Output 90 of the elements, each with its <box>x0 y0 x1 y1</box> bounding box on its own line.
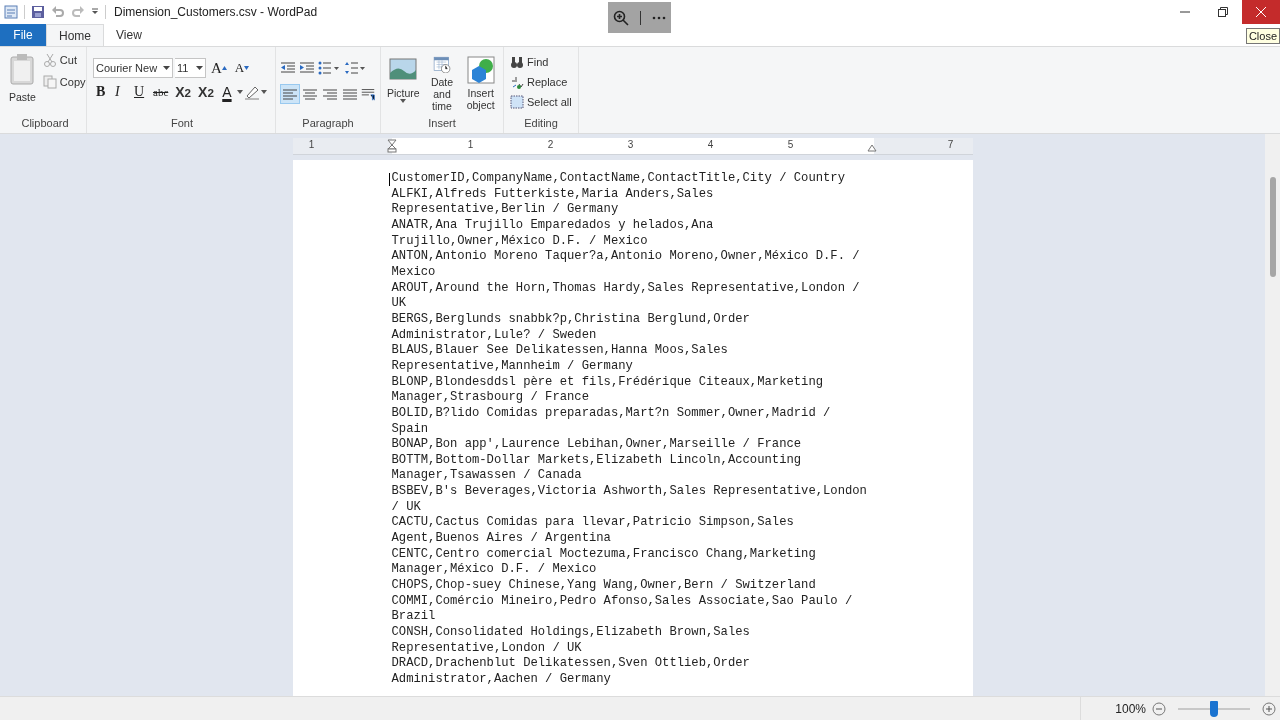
text-line: CHOPS,Chop-suey Chinese,Yang Wang,Owner,Bern / Switzerland <box>391 578 817 594</box>
font-family-dropdown[interactable]: Courier New <box>93 58 173 78</box>
ruler-number: 4 <box>707 139 714 150</box>
ruler-number: 5 <box>787 139 794 150</box>
ruler-number: 1 <box>308 139 315 150</box>
text-line: CONSH,Consolidated Holdings,Elizabeth Brown,Sales Representative,London / UK <box>391 625 751 657</box>
text-line: ANTON,Antonio Moreno Taquer?a,Antonio Moreno,Owner,México D.F. / Mexico <box>391 249 861 281</box>
grow-font-button[interactable]: A <box>208 57 230 79</box>
right-indent-marker-icon[interactable] <box>866 145 877 153</box>
insert-object-button[interactable]: Insert object <box>462 54 499 114</box>
zoom-in-icon[interactable] <box>613 9 630 26</box>
picture-button[interactable]: Picture <box>385 54 422 114</box>
text-line: BOLID,B?lido Comidas preparadas,Mart?n Sommer,Owner,Madrid / Spain <box>391 405 832 438</box>
cube-icon <box>466 56 495 84</box>
caret-icon[interactable] <box>260 90 267 94</box>
zoom-in-icon[interactable] <box>1262 701 1276 716</box>
zoom-out-icon[interactable] <box>1152 701 1166 716</box>
group-label: Editing <box>523 116 559 131</box>
bullet-list-icon[interactable] <box>318 61 340 75</box>
scissors-icon <box>42 53 57 67</box>
ruler-number: 2 <box>547 139 554 150</box>
save-icon[interactable] <box>31 5 45 19</box>
find-button[interactable]: Find <box>508 53 574 71</box>
group-label: Clipboard <box>20 116 70 131</box>
binoculars-icon <box>510 55 524 69</box>
text-line: BERGS,Berglunds snabbk?p,Christina Berglund,Order Administrator,Lule? / Sweden <box>391 311 751 344</box>
increase-indent-icon[interactable] <box>299 61 315 75</box>
scrollbar[interactable] <box>1265 134 1280 696</box>
caret-icon[interactable] <box>91 8 99 16</box>
ruler-number: 1 <box>467 139 474 150</box>
text-line: BLONP,Blondesddsl père et fils,Frédérique Citeaux,Marketing Manager,Strasbourg / France <box>391 374 824 406</box>
align-center-icon <box>301 86 319 102</box>
text-line: CustomerID,CompanyName,ContactName,ContactTitle,City / Country <box>391 171 846 187</box>
close-icon <box>1256 7 1266 17</box>
italic-button[interactable]: I <box>112 81 130 103</box>
strikethrough-button[interactable]: abc <box>150 81 172 103</box>
decrease-indent-icon[interactable] <box>280 61 296 75</box>
replace-button[interactable]: Replace <box>508 73 574 91</box>
caret-up-icon <box>221 66 227 70</box>
window-title: Dimension_Customers.csv - WordPad <box>114 5 318 19</box>
text-line: COMMI,Comércio Mineiro,Pedro Afonso,Sales Associate,Sao Paulo / Brazil <box>391 593 854 626</box>
caret-icon <box>400 99 407 103</box>
zoom-level: 100% <box>1115 701 1146 716</box>
align-justify-icon <box>341 86 359 102</box>
restore-icon <box>1218 7 1228 17</box>
text-line: BSBEV,B's Beverages,Victoria Ashworth,Sales Representative,London / UK <box>391 484 868 516</box>
align-left-icon <box>281 86 299 102</box>
ribbon-tab[interactable]: View <box>104 24 154 46</box>
paragraph-icon[interactable] <box>360 86 376 102</box>
caret-icon[interactable] <box>236 90 243 94</box>
clipboard-icon <box>9 53 36 85</box>
tooltip: Close <box>1245 28 1280 44</box>
text-line: ALFKI,Alfreds Futterkiste,Maria Anders,Sales Representative,Berlin / Germany <box>391 186 715 218</box>
underline-button[interactable]: U <box>131 81 149 103</box>
group-label: Insert <box>427 116 457 131</box>
ruler-number: 7 <box>947 139 954 150</box>
indent-marker-icon[interactable] <box>386 139 397 153</box>
replace-icon <box>510 75 524 89</box>
text-line: ANATR,Ana Trujillo Emparedados y helados,Ana Trujillo,Owner,México D.F. / Mexico <box>391 217 715 250</box>
font-size-dropdown[interactable]: 11 <box>175 58 206 78</box>
text-cursor <box>388 173 390 186</box>
shrink-font-button[interactable]: A <box>231 57 253 79</box>
caret-icon <box>196 66 203 70</box>
group-label: Font <box>170 116 194 131</box>
group-label: Paragraph <box>301 116 355 131</box>
ribbon-tab[interactable]: Home <box>46 24 104 46</box>
file-menu-tab[interactable]: File <box>0 24 46 46</box>
line-spacing-icon[interactable] <box>343 61 365 75</box>
caret-down-icon <box>244 66 250 70</box>
text-line: AROUT,Around the Horn,Thomas Hardy,Sales Representative,London / UK <box>391 280 861 312</box>
ruler-number: 3 <box>627 139 634 150</box>
app-icon <box>4 5 18 19</box>
date-and-time-button[interactable]: Date and time <box>423 54 461 114</box>
text-line: CACTU,Cactus Comidas para llevar,Patricio Simpson,Sales Agent,Buenos Aires / Argentina <box>391 515 795 547</box>
caret-icon <box>163 66 170 70</box>
zoom-slider-thumb[interactable] <box>1210 700 1218 717</box>
align-right-icon <box>321 86 339 102</box>
copy-icon <box>42 75 57 89</box>
text-color-button[interactable]: A <box>217 81 236 103</box>
text-line: BLAUS,Blauer See Delikatessen,Hanna Moos,Sales Representative,Mannheim / Germany <box>391 343 729 375</box>
highlighter-icon[interactable] <box>243 84 260 100</box>
select-all-button[interactable]: Select all <box>508 93 574 111</box>
more-icon[interactable] <box>651 15 666 20</box>
text-line: BONAP,Bon app',Laurence Lebihan,Owner,Marseille / France <box>391 437 803 453</box>
close-button[interactable] <box>1242 0 1280 24</box>
text-line: BOTTM,Bottom-Dollar Markets,Elizabeth Lincoln,Accounting Manager,Tsawassen / Canada <box>391 452 803 485</box>
bold-button[interactable]: B <box>93 81 111 103</box>
text-line: DRACD,Drachenblut Delikatessen,Sven Ottlieb,Order Administrator,Aachen / Germany <box>391 656 751 688</box>
text-line: CENTC,Centro comercial Moctezuma,Francisco Chang,Marketing Manager,México D.F. / Mexico <box>391 546 817 579</box>
select-all-icon <box>510 95 524 109</box>
